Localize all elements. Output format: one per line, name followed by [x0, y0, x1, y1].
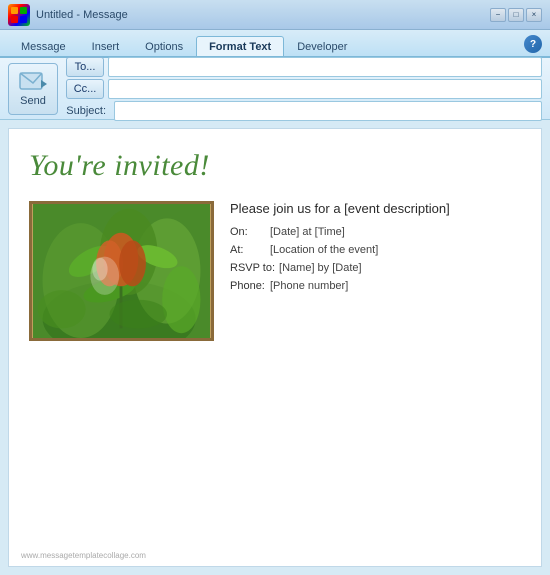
cc-field[interactable]: [108, 79, 542, 99]
event-details: Please join us for a [event description]…: [230, 201, 521, 298]
app-logo: [8, 4, 30, 26]
phone-value: [Phone number]: [270, 280, 348, 292]
tab-options[interactable]: Options: [132, 36, 196, 56]
invite-heading: You're invited!: [29, 149, 521, 183]
event-image: [29, 201, 214, 341]
cc-row: Cc...: [66, 79, 542, 99]
window-title: Untitled - Message: [36, 9, 490, 21]
detail-phone: Phone: [Phone number]: [230, 280, 521, 292]
on-value: [Date] at [Time]: [270, 226, 345, 238]
window-controls: − □ ×: [490, 8, 542, 22]
ribbon-toolbar: Send To... Cc... Subject:: [0, 58, 550, 120]
rsvp-label: RSVP to:: [230, 262, 275, 274]
at-value: [Location of the event]: [270, 244, 378, 256]
detail-rsvp: RSVP to: [Name] by [Date]: [230, 262, 521, 274]
tab-insert[interactable]: Insert: [79, 36, 133, 56]
tab-format-text[interactable]: Format Text: [196, 36, 284, 56]
subject-field[interactable]: [114, 101, 542, 121]
maximize-button[interactable]: □: [508, 8, 524, 22]
email-body[interactable]: You're invited!: [8, 128, 542, 567]
subject-label: Subject:: [66, 105, 110, 117]
minimize-button[interactable]: −: [490, 8, 506, 22]
watermark: www.messagetemplatecollage.com: [21, 551, 146, 560]
on-label: On:: [230, 226, 266, 238]
close-button[interactable]: ×: [526, 8, 542, 22]
detail-on: On: [Date] at [Time]: [230, 226, 521, 238]
event-title: Please join us for a [event description]: [230, 201, 521, 216]
to-field[interactable]: [108, 57, 542, 77]
send-button[interactable]: Send: [8, 63, 58, 115]
detail-at: At: [Location of the event]: [230, 244, 521, 256]
rsvp-value: [Name] by [Date]: [279, 262, 362, 274]
tab-message[interactable]: Message: [8, 36, 79, 56]
to-row: To...: [66, 57, 542, 77]
ribbon-tabs: Message Insert Options Format Text Devel…: [0, 30, 550, 58]
send-label: Send: [20, 95, 46, 107]
help-icon[interactable]: ?: [524, 35, 542, 53]
flower-illustration: [32, 204, 211, 338]
at-label: At:: [230, 244, 266, 256]
subject-row: Subject:: [66, 101, 542, 121]
address-area: To... Cc... Subject:: [66, 57, 542, 121]
to-button[interactable]: To...: [66, 57, 104, 77]
phone-label: Phone:: [230, 280, 266, 292]
send-icon: [19, 70, 47, 92]
title-bar: Untitled - Message − □ ×: [0, 0, 550, 30]
content-area: Please join us for a [event description]…: [29, 201, 521, 341]
tab-developer[interactable]: Developer: [284, 36, 360, 56]
cc-button[interactable]: Cc...: [66, 79, 104, 99]
